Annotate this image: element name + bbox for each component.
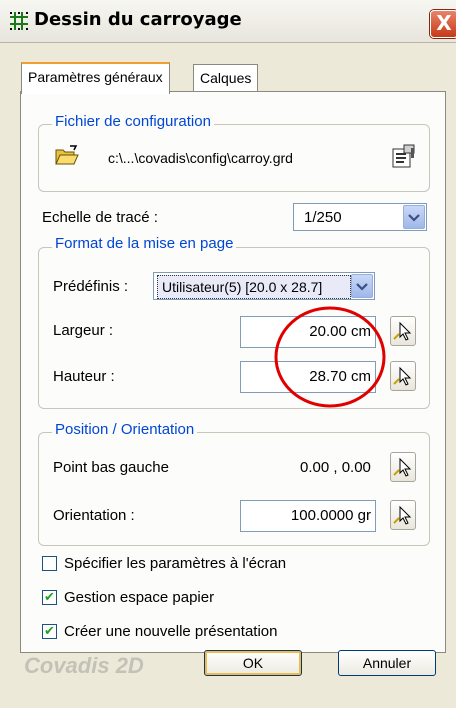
open-folder-icon [55,145,79,165]
point-label: Point bas gauche [53,459,169,476]
annotation-circle [274,306,386,408]
close-icon: X [436,11,452,35]
height-label: Hauteur : [53,368,115,385]
chevron-down-icon[interactable] [403,205,425,229]
option-label: Spécifier les paramètres à l'écran [64,555,287,572]
config-path: c:\...\covadis\config\carroy.grd [108,150,293,166]
pick-point-button[interactable] [390,452,416,482]
width-label: Largeur : [53,322,114,339]
open-file-button[interactable] [54,144,80,170]
checkbox[interactable] [42,556,57,571]
format-legend: Format de la mise en page [52,235,237,252]
pick-cursor-icon [393,457,412,477]
close-button[interactable]: X [430,10,456,38]
pick-cursor-icon [393,321,412,341]
chevron-down-icon[interactable] [351,274,373,298]
cancel-button[interactable]: Annuler [338,650,436,676]
predefined-label: Prédéfinis : [53,278,129,295]
checkmark-icon: ✔ [44,624,55,639]
scale-value: 1/250 [304,209,342,226]
title-bar: Dessin du carroyage X [0,0,456,43]
predefined-select[interactable]: Utilisateur(5) [20.0 x 28.7] [153,272,375,300]
option-label: Gestion espace papier [64,589,215,606]
edit-config-button[interactable] [390,143,418,171]
pick-height-button[interactable] [390,361,416,391]
scale-label: Echelle de tracé : [42,209,158,226]
pick-width-button[interactable] [390,316,416,346]
checkbox-checked[interactable]: ✔ [42,590,57,605]
orientation-label: Orientation : [53,507,135,524]
tab-general[interactable]: Paramètres généraux [21,62,170,94]
checkmark-icon: ✔ [44,590,55,605]
pick-cursor-icon [393,366,412,386]
tab-layers[interactable]: Calques [193,64,259,91]
pick-cursor-icon [393,505,412,525]
properties-icon [392,144,415,168]
point-value: 0.00 , 0.00 [300,459,371,476]
position-legend: Position / Orientation [52,421,198,438]
brand-logo: Covadis 2D [24,653,144,678]
pick-orientation-button[interactable] [390,500,416,530]
grid-icon [10,12,28,30]
checkbox-checked[interactable]: ✔ [42,624,57,639]
predefined-value: Utilisateur(5) [20.0 x 28.7] [157,275,351,299]
config-legend: Fichier de configuration [52,113,214,130]
orientation-field[interactable]: 100.0000 gr [240,500,376,532]
option-label: Créer une nouvelle présentation [64,623,278,640]
scale-select[interactable]: 1/250 [293,203,427,231]
window-title: Dessin du carroyage [34,9,242,30]
ok-button[interactable]: OK [204,650,302,676]
